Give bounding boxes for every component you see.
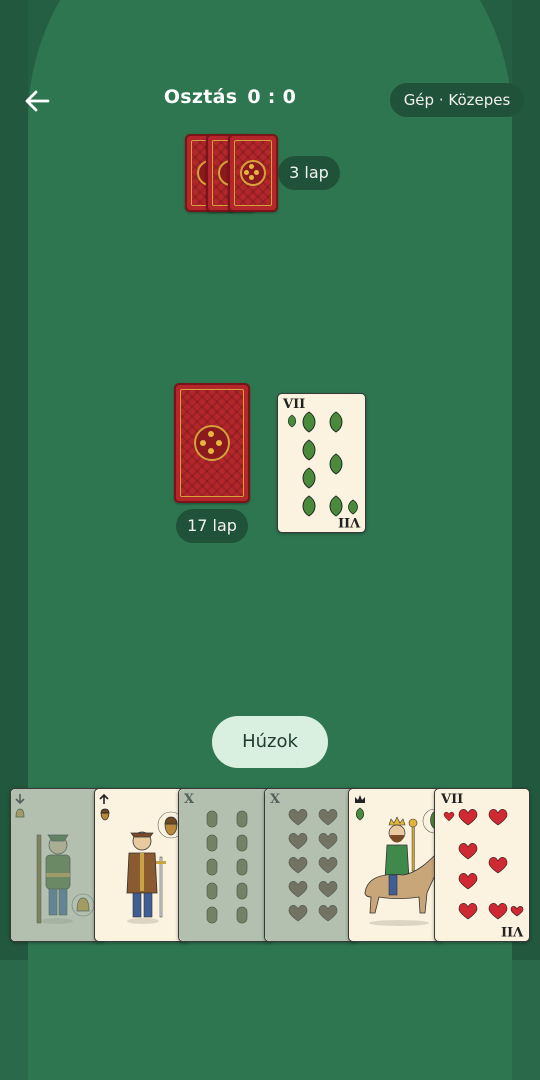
hand-card-rank: X (270, 792, 281, 807)
hand-card-hearts-seven[interactable]: VII VII (434, 788, 530, 942)
draw-button[interactable]: Húzok (212, 716, 328, 768)
hand-card-bells-under[interactable] (10, 788, 106, 942)
difficulty-badge[interactable]: Gép · Közepes (390, 83, 524, 117)
over-figure-icon (126, 811, 185, 924)
trump-card: VII VII (277, 393, 366, 533)
hand-card-rank-bottom: VII (500, 923, 523, 938)
hand-card-leaves-king[interactable] (348, 788, 445, 942)
king-figure-icon (364, 808, 445, 926)
acorn-pips (206, 810, 248, 924)
under-figure-icon (36, 834, 95, 924)
under-rank-icon (15, 794, 25, 805)
trump-rank-bottom: VII (337, 514, 360, 529)
hand-card-acorns-over[interactable] (94, 788, 190, 942)
arrow-left-icon (25, 90, 50, 112)
hand-card-hearts-ten[interactable]: X (264, 788, 360, 942)
back-button[interactable] (22, 86, 52, 116)
draw-pile[interactable] (174, 383, 250, 503)
opponent-card-count: 3 lap (278, 156, 340, 190)
score-label: 0 : 0 (247, 86, 297, 108)
deck-count: 17 lap (176, 509, 248, 543)
bell-suit-icon (15, 808, 25, 818)
opponent-card (228, 134, 278, 212)
hand-card-acorns-ten[interactable]: X (178, 788, 274, 942)
heart-pips (288, 809, 338, 922)
hand-card-rank: X (184, 792, 195, 807)
title-label: Osztás (163, 86, 238, 108)
leaf-pips (302, 411, 358, 517)
heart-pips (458, 809, 524, 920)
round-title: Osztás 0 : 0 (130, 86, 330, 114)
